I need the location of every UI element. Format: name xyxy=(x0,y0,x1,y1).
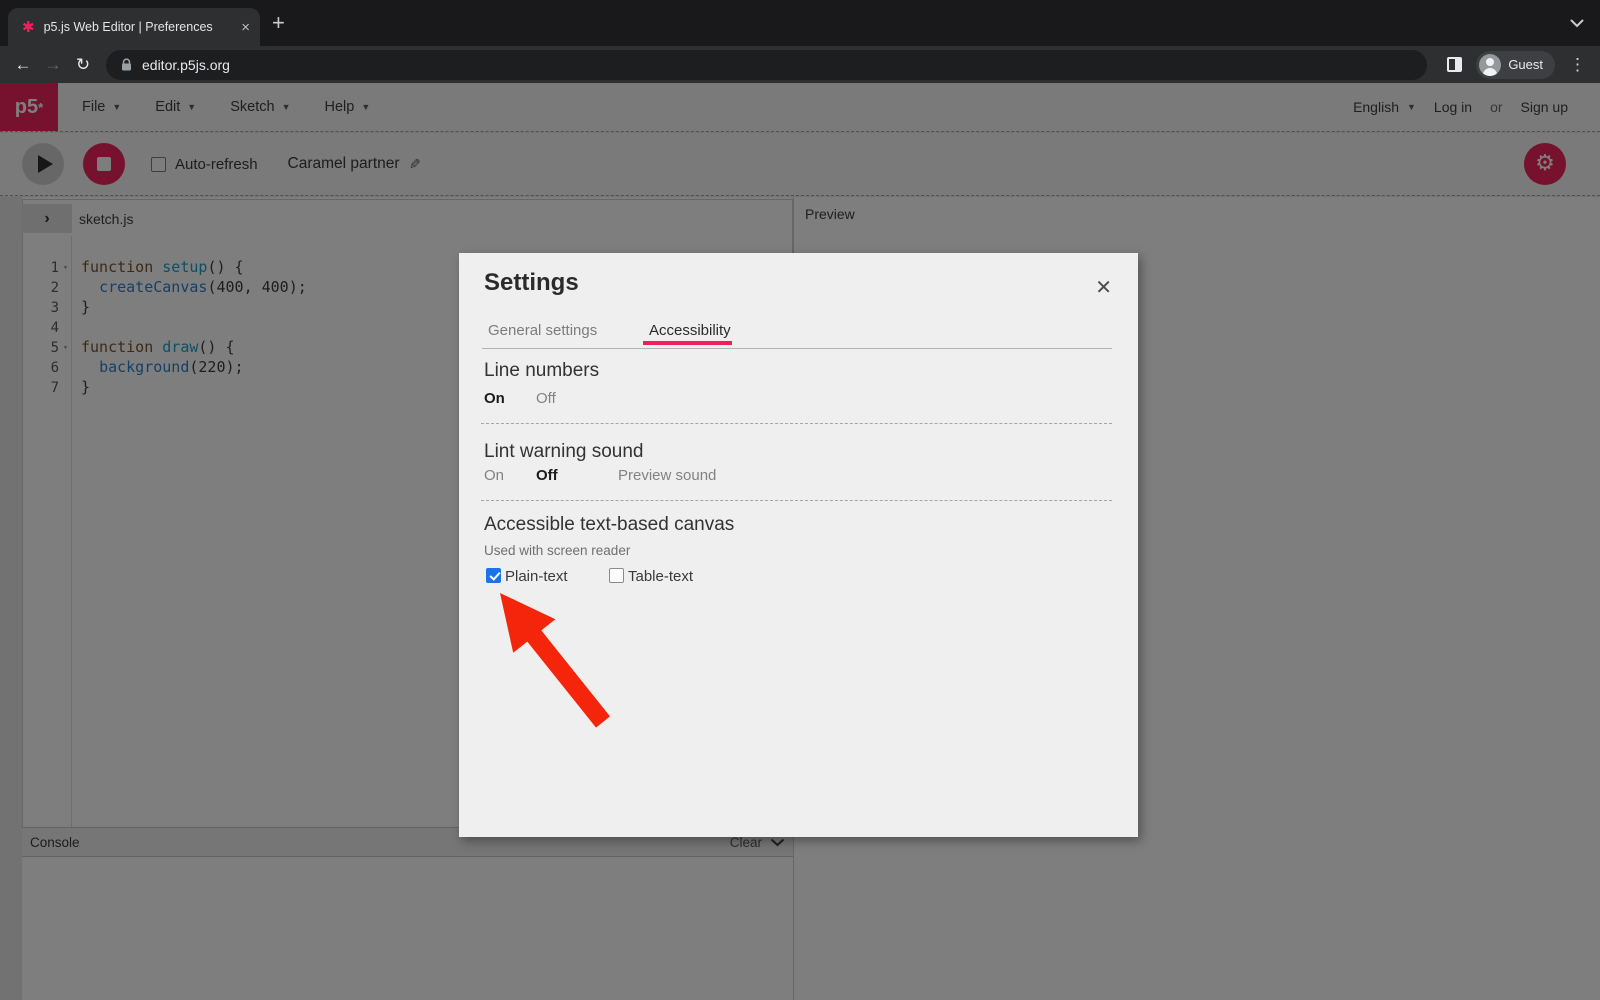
profile-label: Guest xyxy=(1508,57,1543,72)
table-text-checkbox[interactable] xyxy=(609,568,624,583)
plain-text-checkbox[interactable] xyxy=(486,568,501,583)
plain-text-label: Plain-text xyxy=(505,568,568,585)
avatar-icon xyxy=(1479,54,1501,76)
modal-close-icon[interactable]: ✕ xyxy=(1095,275,1112,300)
modal-title: Settings xyxy=(484,269,579,297)
tab-general-settings[interactable]: General settings xyxy=(488,322,597,339)
browser-menu-icon[interactable]: ⋮ xyxy=(1569,55,1586,75)
back-icon[interactable]: ← xyxy=(8,55,38,75)
accessible-canvas-heading: Accessible text-based canvas xyxy=(484,514,734,536)
line-numbers-off-option[interactable]: Off xyxy=(536,390,556,407)
line-numbers-on-option[interactable]: On xyxy=(484,390,505,407)
forward-icon: → xyxy=(38,55,68,75)
url-bar[interactable]: editor.p5js.org xyxy=(106,50,1427,80)
screen-reader-subtext: Used with screen reader xyxy=(484,543,630,558)
side-panel-icon[interactable] xyxy=(1447,57,1462,72)
browser-chrome: ✱ p5.js Web Editor | Preferences × + ← →… xyxy=(0,0,1600,83)
tab-close-icon[interactable]: × xyxy=(241,19,250,36)
profile-button[interactable]: Guest xyxy=(1476,51,1555,79)
table-text-label: Table-text xyxy=(628,568,693,585)
section-divider xyxy=(481,500,1112,501)
url-text: editor.p5js.org xyxy=(142,57,230,73)
lock-icon xyxy=(121,58,132,71)
lint-on-option[interactable]: On xyxy=(484,467,504,484)
new-tab-button[interactable]: + xyxy=(272,12,285,34)
p5-favicon-icon: ✱ xyxy=(22,18,35,36)
reload-icon[interactable]: ↻ xyxy=(68,55,98,75)
tab-search-chevron-icon[interactable] xyxy=(1570,19,1584,28)
section-divider xyxy=(481,423,1112,424)
browser-tab[interactable]: ✱ p5.js Web Editor | Preferences × xyxy=(8,8,260,46)
active-tab-underline xyxy=(643,341,732,345)
tab-strip: ✱ p5.js Web Editor | Preferences × + xyxy=(0,0,1600,46)
lint-sound-heading: Lint warning sound xyxy=(484,441,644,463)
browser-toolbar: ← → ↻ editor.p5js.org Guest ⋮ xyxy=(0,46,1600,83)
line-numbers-heading: Line numbers xyxy=(484,360,599,382)
tab-title: p5.js Web Editor | Preferences xyxy=(44,20,236,34)
settings-modal: Settings ✕ General settings Accessibilit… xyxy=(459,253,1138,837)
lint-preview-sound-option[interactable]: Preview sound xyxy=(618,467,716,484)
lint-off-option[interactable]: Off xyxy=(536,467,558,484)
tabs-divider xyxy=(482,348,1112,349)
tab-accessibility[interactable]: Accessibility xyxy=(649,322,731,339)
p5-editor-page: p5* File▼ Edit▼ Sketch▼ Help▼ English▼ L… xyxy=(0,83,1600,1000)
